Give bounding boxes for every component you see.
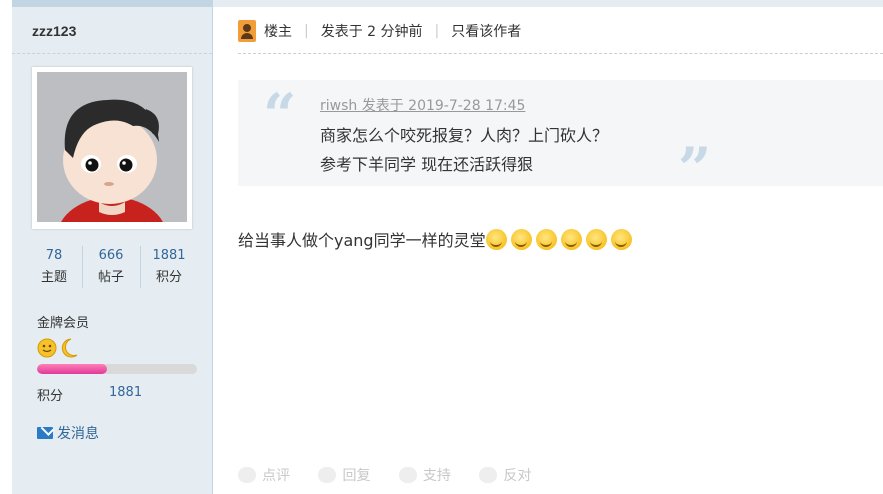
- post-body: 给当事人做个yang同学一样的灵堂: [238, 227, 636, 251]
- smirk-emoji-icon: [510, 229, 532, 250]
- divider: [12, 53, 212, 54]
- rank-icons: [37, 337, 81, 359]
- comment-label: 点评: [262, 468, 290, 484]
- thumbs-down-icon: [479, 467, 498, 483]
- rank-progress-bar: [37, 364, 197, 374]
- stat-points[interactable]: 1881 积分: [140, 244, 198, 288]
- rank-progress-fill: [37, 364, 108, 374]
- stat-posts-value: 666: [98, 248, 124, 263]
- send-message-button[interactable]: 发消息: [37, 423, 99, 443]
- support-button[interactable]: 支持: [398, 465, 451, 485]
- points-value: 1881: [109, 385, 143, 400]
- sun-icon: [37, 338, 57, 358]
- smirk-emoji-icon: [535, 229, 557, 250]
- close-quote-icon: ”: [678, 135, 712, 203]
- post-header: 楼主 | 发表于 2 分钟前 | 只看该作者: [238, 20, 521, 46]
- owner-label: 楼主: [264, 24, 292, 40]
- avatar-image: [37, 72, 187, 222]
- stat-threads-value: 78: [45, 248, 63, 263]
- support-label: 支持: [422, 468, 451, 484]
- separator: |: [304, 23, 309, 39]
- only-author-link[interactable]: 只看该作者: [451, 24, 521, 40]
- author-stats: 78 主题 666 帖子 1881 积分: [12, 244, 212, 292]
- smirk-emoji-icon: [485, 229, 507, 250]
- reply-button[interactable]: 回复: [318, 465, 370, 485]
- smirk-emoji-icon: [560, 229, 582, 250]
- stat-points-value: 1881: [152, 248, 186, 263]
- author-username[interactable]: zzz123: [32, 23, 76, 39]
- post-content: 楼主 | 发表于 2 分钟前 | 只看该作者 “ ” riwsh 发表于 2019-7-…: [213, 0, 883, 494]
- separator: |: [434, 23, 440, 39]
- avatar[interactable]: [32, 67, 192, 229]
- post-time: 发表于 2 分钟前: [320, 24, 423, 40]
- stat-points-label: 积分: [155, 270, 182, 285]
- send-message-label: 发消息: [57, 426, 99, 442]
- quote-line: 商家怎么个咬死报复？人肉？上门砍人？: [320, 126, 609, 145]
- stat-posts[interactable]: 666 帖子: [82, 244, 140, 288]
- stat-posts-label: 帖子: [97, 270, 124, 285]
- post-top-border: [213, 0, 883, 7]
- author-sidebar: zzz123 78 主题 666 帖子 1881 积分 金牌会员 积分 1881…: [12, 0, 213, 494]
- stat-threads[interactable]: 78 主题: [25, 244, 83, 288]
- stat-threads-label: 主题: [40, 270, 67, 285]
- thread-owner-icon: [238, 20, 256, 42]
- quote-line: 参考下羊同学 现在还活跃得狠: [320, 155, 534, 174]
- emoji-row: [485, 229, 636, 250]
- open-quote-icon: “: [263, 81, 297, 149]
- oppose-label: 反对: [503, 468, 532, 484]
- sidebar-top-border: [12, 0, 212, 7]
- smirk-emoji-icon: [585, 229, 607, 250]
- points-label: 积分: [37, 389, 64, 404]
- envelope-icon: [37, 427, 53, 439]
- moon-icon: [61, 338, 78, 358]
- smirk-emoji-icon: [610, 229, 632, 250]
- quote-author[interactable]: riwsh 发表于 2019-7-28 17:45: [320, 95, 525, 115]
- post-body-text: 给当事人做个yang同学一样的灵堂: [238, 231, 486, 250]
- reply-icon: [318, 467, 337, 483]
- post-actions: 点评 回复 支持 反对: [238, 465, 555, 487]
- reply-label: 回复: [342, 468, 371, 484]
- comment-icon: [238, 467, 256, 483]
- author-rank[interactable]: 金牌会员: [37, 312, 89, 331]
- thumbs-up-icon: [398, 467, 417, 483]
- quote-block: “ ” riwsh 发表于 2019-7-28 17:45 商家怎么个咬死报复？…: [238, 80, 883, 198]
- oppose-button[interactable]: 反对: [479, 465, 531, 485]
- header-divider: [238, 53, 883, 54]
- comment-button[interactable]: 点评: [238, 465, 290, 485]
